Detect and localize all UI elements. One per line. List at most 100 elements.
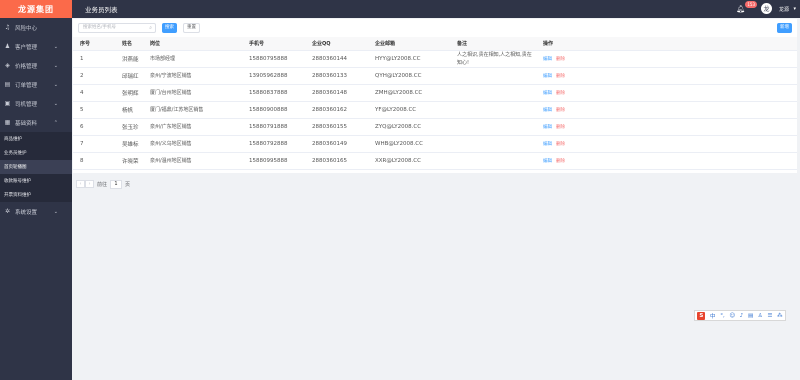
sidebar-item-data[interactable]: ▦ 基础资料 ⌃: [0, 113, 72, 132]
edit-button[interactable]: 编辑: [543, 142, 552, 147]
cell-actions: 编辑 删除: [536, 50, 797, 68]
ime-tool-icon[interactable]: ♪: [740, 313, 744, 319]
column-header: 姓名: [115, 37, 143, 51]
sidebar-item-label: 风险中心: [15, 25, 38, 32]
ime-tool-icon[interactable]: ☰: [767, 313, 772, 319]
delete-button[interactable]: 删除: [556, 108, 565, 113]
column-header: 企业邮箱: [368, 37, 450, 51]
search-icon: ⌕: [149, 25, 152, 31]
data-icon: ▦: [4, 119, 11, 126]
gear-icon: ✲: [4, 208, 11, 215]
cell-no: 5: [73, 101, 115, 119]
top-bar: 业务员列表 🔔︎ 153 龙 龙源 ▾: [72, 0, 800, 18]
ime-tool-icon[interactable]: ⁂: [777, 313, 783, 319]
submenu-item[interactable]: 收款账号维护: [0, 174, 72, 188]
cell-no: 7: [73, 135, 115, 153]
cell-email: QYH@LY2008.CC: [368, 67, 450, 85]
reset-button[interactable]: 重置: [183, 23, 200, 33]
cell-actions: 编辑 删除: [536, 135, 797, 153]
chevron-down-icon: ⌄: [53, 82, 58, 88]
prev-page-button[interactable]: ‹: [76, 180, 85, 188]
cell-position: 泉州/宁波地区销售: [143, 67, 242, 85]
cell-phone: 15880791888: [242, 118, 305, 136]
delete-button[interactable]: 删除: [556, 142, 565, 147]
cell-position: 泉州/广东地区销售: [143, 118, 242, 136]
search-input[interactable]: 搜索姓名/手机号 ⌕: [78, 23, 156, 33]
sidebar-item-label: 司机管理: [15, 101, 38, 108]
delete-button[interactable]: 删除: [556, 159, 565, 164]
sidebar-item-label: 系统设置: [15, 209, 38, 216]
chevron-down-icon: ⌄: [53, 63, 58, 69]
column-header: 序号: [73, 37, 115, 51]
ime-tool-icon[interactable]: ☺: [729, 313, 735, 319]
ime-tool-icon[interactable]: 中: [710, 312, 716, 320]
cell-phone: 13905962888: [242, 67, 305, 85]
username[interactable]: 龙源: [779, 6, 789, 13]
submenu-item[interactable]: 商品维护: [0, 132, 72, 146]
sidebar-item-driver[interactable]: ▣ 司机管理 ⌄: [0, 94, 72, 113]
chevron-down-icon[interactable]: ▾: [793, 6, 796, 12]
chevron-down-icon: ⌄: [53, 44, 58, 50]
cell-position: 市场部经理: [143, 50, 242, 68]
edit-button[interactable]: 编辑: [543, 108, 552, 113]
notification-bell-icon[interactable]: 🔔︎: [736, 5, 745, 13]
next-page-button[interactable]: ›: [85, 180, 94, 188]
sidebar-item-order[interactable]: ▤ 订单管理 ⌄: [0, 75, 72, 94]
cell-phone: 15880900888: [242, 101, 305, 119]
cell-position: 厦门/福鼎/江苏地区销售: [143, 101, 242, 119]
cell-qq: 2880360155: [305, 118, 368, 136]
cell-phone: 15880837888: [242, 84, 305, 102]
delete-button[interactable]: 删除: [556, 91, 565, 96]
submenu-item[interactable]: 业务员维护: [0, 146, 72, 160]
cell-actions: 编辑 删除: [536, 118, 797, 136]
delete-button[interactable]: 删除: [556, 74, 565, 79]
cell-actions: 编辑 删除: [536, 84, 797, 102]
sidebar: 龙源集团 ♫ 风险中心 ♟ 客户管理 ⌄ ◈ 价格管理 ⌄ ▤ 订单管理 ⌄ ▣ 司机管理 ⌄ ▦ 基础资料 ⌃…: [0, 0, 72, 380]
ime-tool-icon[interactable]: °,: [720, 313, 725, 319]
page-input[interactable]: 1: [110, 179, 123, 189]
avatar[interactable]: 龙: [761, 3, 772, 14]
chevron-down-icon: ⌄: [53, 101, 58, 107]
cell-no: 8: [73, 152, 115, 170]
cell-phone: 15880995888: [242, 152, 305, 170]
edit-button[interactable]: 编辑: [543, 74, 552, 79]
table-row: 4 张明辉 厦门/台州地区销售 15880837888 2880360148 ZMH@LY…: [73, 84, 797, 102]
ime-tool-icon[interactable]: ♙: [758, 313, 763, 319]
sidebar-item-bell[interactable]: ♫ 风险中心: [0, 18, 72, 37]
search-button[interactable]: 搜索: [162, 23, 177, 33]
delete-button[interactable]: 删除: [556, 57, 565, 62]
sidebar-item-label: 基础资料: [15, 120, 38, 127]
edit-button[interactable]: 编辑: [543, 125, 552, 130]
edit-button[interactable]: 编辑: [543, 91, 552, 96]
notification-badge: 153: [745, 1, 757, 8]
edit-button[interactable]: 编辑: [543, 57, 552, 62]
submenu-item[interactable]: 开票资料维护: [0, 188, 72, 202]
submenu-item[interactable]: 首页轮播图: [0, 160, 72, 174]
sogou-logo-icon[interactable]: S: [697, 311, 706, 320]
cell-remark: [450, 152, 536, 170]
edit-button[interactable]: 编辑: [543, 159, 552, 164]
page-title: 业务员列表: [85, 6, 118, 14]
sidebar-item-label: 订单管理: [15, 82, 38, 89]
cell-name: 张玉珍: [115, 118, 143, 136]
cell-qq: 2880360149: [305, 135, 368, 153]
cell-position: 泉州/温州地区销售: [143, 152, 242, 170]
cell-email: XXR@LY2008.CC: [368, 152, 450, 170]
pagination: ‹ › 前往 1 页: [73, 177, 133, 191]
cell-remark: 人之相识,贵在相知,人之相知,贵在知心!: [450, 50, 536, 68]
cell-no: 4: [73, 84, 115, 102]
driver-icon: ▣: [4, 100, 11, 107]
cell-name: 张明辉: [115, 84, 143, 102]
sidebar-item-price[interactable]: ◈ 价格管理 ⌄: [0, 56, 72, 75]
add-button[interactable]: 新增: [777, 23, 792, 33]
sidebar-item-label: 价格管理: [15, 63, 38, 70]
page-suffix: 页: [125, 181, 131, 188]
ime-tool-icon[interactable]: ▤: [748, 313, 753, 319]
cell-phone: 15880795888: [242, 50, 305, 68]
sidebar-item-user[interactable]: ♟ 客户管理 ⌄: [0, 37, 72, 56]
cell-remark: [450, 84, 536, 102]
chevron-up-icon: ⌃: [53, 120, 58, 126]
cell-qq: 2880360144: [305, 50, 368, 68]
sidebar-item-settings[interactable]: ✲ 系统设置 ⌄: [0, 202, 72, 221]
delete-button[interactable]: 删除: [556, 125, 565, 130]
